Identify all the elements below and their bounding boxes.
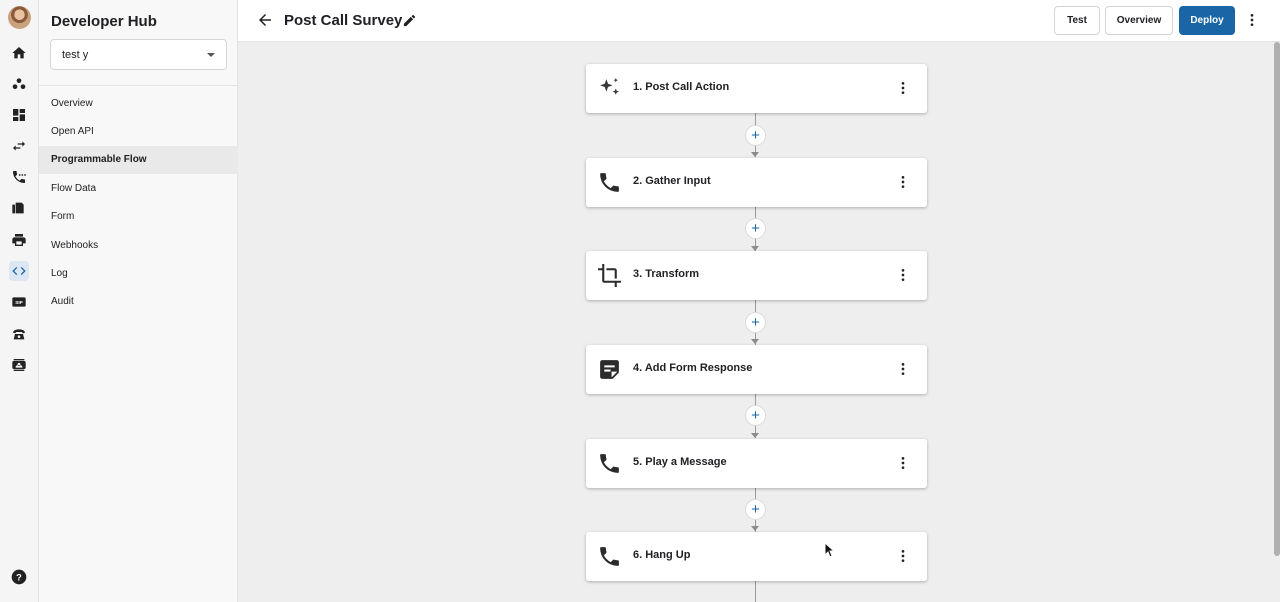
- arrow-down-icon: [751, 339, 759, 344]
- sidebar-item-programmable-flow[interactable]: Programmable Flow: [39, 145, 238, 175]
- deploy-button[interactable]: Deploy: [1179, 6, 1235, 35]
- home-icon[interactable]: [9, 43, 29, 63]
- overview-button[interactable]: Overview: [1105, 6, 1173, 35]
- step-label: 6. Hang Up: [633, 549, 691, 561]
- test-button[interactable]: Test: [1054, 6, 1100, 35]
- flow-step-card[interactable]: 4. Add Form Response: [586, 345, 927, 394]
- flow-step-card[interactable]: 6. Hang Up: [586, 532, 927, 581]
- step-label: 5. Play a Message: [633, 456, 727, 468]
- pencil-icon[interactable]: [402, 13, 417, 28]
- add-step-button[interactable]: +: [745, 499, 766, 520]
- more-vert-icon[interactable]: [895, 455, 911, 471]
- svg-text:SIP: SIP: [15, 300, 23, 305]
- more-vert-icon[interactable]: [895, 267, 911, 283]
- more-vert-icon[interactable]: [895, 361, 911, 377]
- add-step-button[interactable]: +: [745, 125, 766, 146]
- more-vert-icon[interactable]: [1244, 12, 1260, 28]
- connector-line: [755, 580, 756, 602]
- phone-icon: [597, 451, 622, 476]
- project-select[interactable]: test y: [50, 39, 227, 70]
- sip-icon[interactable]: SIP: [9, 292, 29, 312]
- arrow-down-icon: [751, 433, 759, 438]
- flow-step-card[interactable]: 2. Gather Input: [586, 158, 927, 207]
- icon-rail: SIP ?: [0, 0, 39, 602]
- sidebar-item-form[interactable]: Form: [39, 203, 238, 231]
- sidebar-item-overview[interactable]: Overview: [39, 89, 238, 117]
- arrow-down-icon: [751, 152, 759, 157]
- sidebar-item-log[interactable]: Log: [39, 259, 238, 287]
- mouse-pointer-icon: [824, 541, 836, 558]
- dashboard-icon[interactable]: [9, 105, 29, 125]
- page-header: Post Call Survey Test Overview Deploy: [238, 0, 1280, 42]
- sidebar-item-flow-data[interactable]: Flow Data: [39, 174, 238, 202]
- step-label: 2. Gather Input: [633, 175, 711, 187]
- phone-icon: [597, 170, 622, 195]
- swap-icon[interactable]: [9, 136, 29, 156]
- add-step-button[interactable]: +: [745, 405, 766, 426]
- arrow-down-icon: [751, 526, 759, 531]
- caret-down-icon: [207, 53, 215, 57]
- crop-icon: [597, 263, 622, 288]
- step-label: 4. Add Form Response: [633, 362, 753, 374]
- desk-phone-icon[interactable]: [9, 324, 29, 344]
- back-arrow-icon[interactable]: [256, 11, 274, 29]
- app-title: Developer Hub: [51, 13, 157, 30]
- phone-dots-icon[interactable]: [9, 167, 29, 187]
- sidebar: Developer Hub test y Overview Open API P…: [39, 0, 238, 602]
- help-icon[interactable]: ?: [11, 569, 27, 585]
- phone-icon: [597, 544, 622, 569]
- contact-card-icon[interactable]: [9, 355, 29, 375]
- step-label: 3. Transform: [633, 268, 700, 280]
- vertical-scrollbar[interactable]: [1274, 42, 1280, 556]
- sidebar-item-audit[interactable]: Audit: [39, 288, 238, 316]
- avatar[interactable]: [8, 6, 31, 29]
- flow-canvas: + + + + + 1. Post Call Action 2. Gather …: [238, 42, 1278, 602]
- svg-text:?: ?: [16, 572, 22, 582]
- more-vert-icon[interactable]: [895, 80, 911, 96]
- sidebar-item-webhooks[interactable]: Webhooks: [39, 231, 238, 259]
- users-icon[interactable]: [9, 74, 29, 94]
- add-step-button[interactable]: +: [745, 312, 766, 333]
- more-vert-icon[interactable]: [895, 174, 911, 190]
- flow-step-card[interactable]: 1. Post Call Action: [586, 64, 927, 113]
- project-select-value: test y: [62, 48, 89, 61]
- step-label: 1. Post Call Action: [633, 81, 730, 93]
- flow-step-card[interactable]: 3. Transform: [586, 251, 927, 300]
- page-title: Post Call Survey: [284, 12, 403, 29]
- sidebar-item-open-api[interactable]: Open API: [39, 117, 238, 145]
- more-vert-icon[interactable]: [895, 548, 911, 564]
- sidebar-nav: Overview Open API Programmable Flow Flow…: [39, 89, 238, 316]
- print-icon[interactable]: [9, 230, 29, 250]
- form-response-icon: [597, 357, 622, 382]
- flow-step-card[interactable]: 5. Play a Message: [586, 439, 927, 488]
- add-step-button[interactable]: +: [745, 218, 766, 239]
- sparkle-icon: [597, 76, 622, 101]
- sidebar-divider: [39, 85, 238, 86]
- fax-icon[interactable]: [9, 198, 29, 218]
- code-icon[interactable]: [9, 261, 29, 281]
